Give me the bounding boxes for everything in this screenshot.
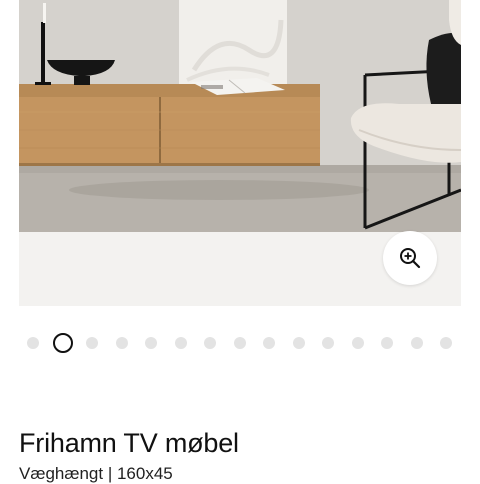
product-image-gallery[interactable] [19, 0, 461, 306]
gallery-dot[interactable] [292, 337, 305, 349]
gallery-dot[interactable] [440, 337, 452, 349]
zoom-button[interactable] [383, 231, 437, 285]
gallery-dot[interactable] [204, 337, 216, 349]
gallery-dot[interactable] [145, 337, 157, 349]
gallery-dot[interactable] [322, 337, 334, 349]
gallery-dot[interactable] [410, 337, 423, 349]
gallery-dot[interactable] [27, 337, 39, 349]
gallery-dot[interactable] [351, 337, 364, 349]
product-subtitle: Væghængt | 160x45 [19, 464, 173, 483]
product-photo[interactable] [19, 0, 461, 232]
gallery-dot[interactable] [174, 337, 187, 349]
gallery-dot[interactable] [115, 337, 128, 349]
gallery-dot-active[interactable] [52, 333, 73, 353]
gallery-dot[interactable] [263, 337, 275, 349]
product-title: Frihamn TV møbel [19, 428, 239, 458]
gallery-dot[interactable] [381, 337, 393, 349]
gallery-dot[interactable] [86, 337, 98, 349]
gallery-dot[interactable] [233, 337, 246, 349]
zoom-in-icon [400, 248, 421, 269]
